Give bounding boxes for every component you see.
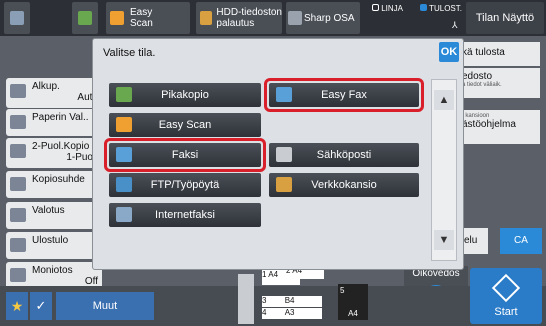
network-folder-button[interactable]: Verkkokansio (269, 173, 419, 197)
start-icon (491, 273, 521, 303)
tray-4-size: A3 (284, 308, 295, 317)
duplex-label: 2-Puol.Kopio (32, 141, 90, 152)
home-icon (10, 11, 24, 25)
easy-scan-label: Easy Scan (130, 7, 153, 29)
top-bar: Easy Scan HDD-tiedoston palautus Sharp O… (0, 0, 546, 36)
scroll-up-icon[interactable]: ▲ (434, 90, 454, 110)
easy-fax-highlight (264, 78, 424, 112)
others-label: Muut (92, 300, 118, 312)
email-button[interactable]: Sähköposti (269, 143, 419, 167)
tray-5-size: A4 (348, 309, 358, 318)
tray-5: 5 A4 (338, 284, 368, 320)
scan-icon (110, 11, 124, 25)
internet-fax-label: Internetfaksi (155, 209, 215, 221)
copy-shortcut-button[interactable] (72, 2, 98, 34)
internet-fax-icon (116, 207, 132, 222)
n-up-icon (10, 268, 26, 282)
line-indicator: LINJA (372, 4, 403, 13)
favorite-button[interactable]: ★ (6, 292, 28, 320)
exposure-label: Valotus (32, 205, 65, 216)
duplex-button[interactable]: 2-Puol.Kopio 1-Puol. (6, 138, 102, 168)
internet-fax-button[interactable]: Internetfaksi (109, 203, 261, 227)
network-folder-label: Verkkokansio (311, 179, 377, 191)
file-label: edosto (462, 71, 493, 82)
scrollbar[interactable]: ▲ ▼ (431, 79, 457, 261)
program-label: ästöohjelma (462, 119, 516, 130)
duplex-icon (10, 144, 26, 158)
cancel-label: elu (464, 235, 478, 246)
paper-select-label: Paperin Val.. (32, 112, 89, 123)
job-status-icon: ⅄ (452, 20, 458, 30)
line-status-icon (372, 4, 379, 11)
status-screen-label: Tilan Näyttö (475, 12, 535, 24)
copy-icon (116, 87, 132, 102)
original-label: Alkup. (32, 81, 60, 92)
output-icon (10, 238, 26, 252)
sharp-osa-shortcut[interactable]: Sharp OSA (286, 2, 360, 34)
star-icon: ★ (10, 298, 24, 314)
copy-icon (78, 11, 92, 25)
easy-scan-mode-label: Easy Scan (158, 119, 212, 131)
dialog-title: Valitse tila. (103, 47, 156, 59)
ratio-button[interactable]: Kopiosuhde (6, 171, 102, 198)
line-label: LINJA (381, 4, 404, 13)
email-label: Sähköposti (316, 149, 372, 161)
ok-button[interactable]: OK (439, 42, 459, 62)
print-label: TULOST. (429, 4, 462, 13)
easy-scan-shortcut[interactable]: Easy Scan (106, 2, 190, 34)
tray-3-size: B4 (284, 296, 295, 305)
duplex-value: 1-Puol. (66, 152, 98, 163)
sharp-osa-label: Sharp OSA (304, 12, 355, 24)
start-button[interactable]: Start (470, 268, 542, 324)
scroll-down-icon[interactable]: ▼ (434, 230, 454, 250)
scan-icon (116, 117, 132, 132)
osa-icon (288, 11, 302, 25)
ftp-label: FTP/Työpöytä (150, 179, 220, 191)
ca-button[interactable]: CA (500, 228, 542, 254)
print-now-label: kä tulosta (462, 47, 505, 58)
exposure-button[interactable]: Valotus (6, 202, 102, 229)
tray-1-number: 1 (262, 270, 267, 279)
ratio-label: Kopiosuhde (32, 174, 85, 185)
ftp-button[interactable]: FTP/Työpöytä (109, 173, 261, 197)
ratio-icon (10, 177, 26, 191)
start-label: Start (494, 306, 518, 318)
n-up-label: Moniotos (32, 265, 73, 276)
mode-select-dialog: Valitse tila. OK Pikakopio Easy Fax Easy… (92, 38, 464, 270)
folder-icon (276, 177, 292, 192)
tray-3-number: 3 (262, 296, 267, 305)
tray-1-size: A4 (268, 270, 279, 279)
paper-icon (10, 115, 26, 129)
file-sub: a tiedot väliaik. (462, 82, 502, 88)
original-value: Auto (77, 92, 98, 103)
others-button[interactable]: Muut (56, 292, 154, 320)
tray-4-number: 4 (262, 308, 267, 317)
tray-3: 3 B4 (262, 296, 322, 307)
folder-icon (200, 11, 213, 25)
paper-select-button[interactable]: Paperin Val.. (6, 109, 102, 136)
fax-highlight (104, 138, 266, 172)
tray-4: 4 A3 (262, 308, 322, 319)
quick-copy-button[interactable]: Pikakopio (109, 83, 261, 107)
home-button[interactable] (4, 2, 30, 34)
check-button[interactable]: ✓ (30, 292, 52, 320)
hdd-restore-label: HDD-tiedoston palautus (216, 7, 282, 29)
machine-illustration (238, 274, 254, 324)
print-indicator: TULOST. (420, 4, 462, 13)
quick-copy-label: Pikakopio (161, 89, 209, 101)
ftp-icon (116, 177, 132, 192)
status-screen-button[interactable]: Tilan Näyttö (466, 2, 544, 34)
original-button[interactable]: Alkup. Auto (6, 78, 102, 108)
ca-label: CA (514, 235, 528, 246)
tray-5-number: 5 (340, 286, 345, 295)
easy-scan-button[interactable]: Easy Scan (109, 113, 261, 137)
original-icon (10, 84, 26, 98)
exposure-icon (10, 208, 26, 222)
mail-icon (276, 147, 292, 162)
output-button[interactable]: Ulostulo (6, 232, 102, 259)
check-icon: ✓ (35, 298, 47, 313)
output-label: Ulostulo (32, 235, 69, 246)
hdd-restore-shortcut[interactable]: HDD-tiedoston palautus (196, 2, 282, 34)
print-status-icon (420, 4, 427, 11)
